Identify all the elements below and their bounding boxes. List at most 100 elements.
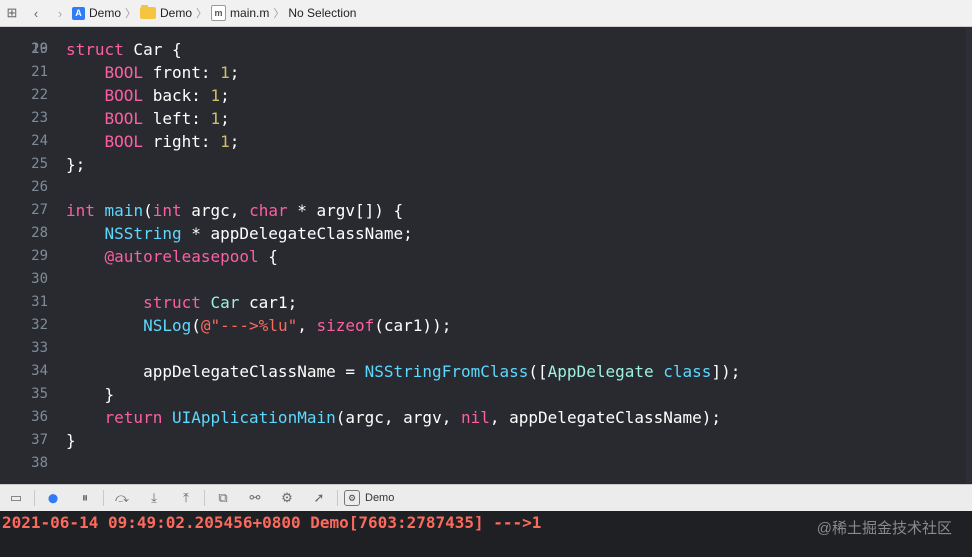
breadcrumb-label: No Selection bbox=[288, 6, 357, 20]
code-token: AppDelegate bbox=[547, 362, 654, 381]
code-line: 25}; bbox=[0, 153, 972, 176]
code-token: char bbox=[249, 201, 288, 220]
location-arrow-icon: ➚ bbox=[313, 490, 325, 505]
code-line: 32 NSLog(@"--->%lu", sizeof(car1)); bbox=[0, 314, 972, 337]
code-token: 1 bbox=[220, 63, 230, 82]
line-number: 29 bbox=[31, 248, 48, 264]
code-text: NSLog(@"--->%lu", sizeof(car1)); bbox=[66, 314, 451, 337]
code-token: @autoreleasepool bbox=[104, 247, 259, 266]
breadcrumb-project[interactable]: A Demo bbox=[72, 0, 121, 26]
code-token: ( bbox=[191, 316, 201, 335]
console-output[interactable]: 2021-06-14 09:49:02.205456+0800 Demo[760… bbox=[0, 511, 972, 557]
code-token: struct bbox=[66, 40, 124, 59]
code-token: right: bbox=[143, 132, 221, 151]
code-token: Car { bbox=[123, 40, 182, 59]
breadcrumb-file[interactable]: m main.m bbox=[211, 0, 269, 26]
code-line: 27 int main(int argc, char * argv[]) { bbox=[0, 199, 972, 222]
code-text: appDelegateClassName = NSStringFromClass… bbox=[66, 360, 740, 383]
code-token: appDelegateClassName = bbox=[66, 362, 365, 381]
code-token: argc, bbox=[181, 201, 250, 220]
code-token: (car1)); bbox=[374, 316, 452, 335]
code-line: 33 bbox=[0, 337, 972, 360]
code-text: } bbox=[66, 429, 76, 452]
code-token: @"--->%lu" bbox=[200, 316, 298, 335]
code-line: 31 struct Car car1; bbox=[0, 291, 972, 314]
line-number: 27 bbox=[31, 202, 48, 218]
code-text: }; bbox=[66, 153, 85, 176]
code-token: class bbox=[663, 362, 712, 381]
code-token: ; bbox=[229, 132, 240, 151]
code-text: BOOL left: 1; bbox=[66, 107, 230, 130]
line-number: 23 bbox=[31, 110, 48, 126]
code-token: main bbox=[104, 201, 144, 220]
code-token: left: bbox=[143, 109, 211, 128]
code-line: 37} bbox=[0, 429, 972, 452]
line-number: 21 bbox=[31, 64, 48, 80]
code-token: }; bbox=[66, 155, 86, 174]
line-number: 31 bbox=[31, 294, 48, 310]
editor-scrollbar[interactable] bbox=[966, 27, 972, 483]
code-token: 1 bbox=[210, 109, 221, 128]
chevron-right-icon[interactable]: › bbox=[48, 0, 72, 26]
toolbar-divider bbox=[204, 490, 205, 506]
code-token: BOOL bbox=[104, 63, 144, 82]
code-token: * appDelegateClassName; bbox=[181, 224, 413, 243]
breakpoints-toggle-button[interactable]: ⬤ bbox=[37, 485, 69, 511]
code-token: ; bbox=[220, 109, 230, 128]
code-token: (argc, argv, bbox=[335, 408, 461, 427]
step-over-button[interactable]: ⤼ bbox=[106, 485, 138, 511]
code-token: } bbox=[66, 385, 115, 404]
code-line: 28 NSString * appDelegateClassName; bbox=[0, 222, 972, 245]
code-token: int bbox=[152, 201, 182, 220]
toolbar-divider bbox=[34, 490, 35, 506]
step-into-icon: ⤓ bbox=[151, 490, 157, 505]
code-line: 34 appDelegateClassName = NSStringFromCl… bbox=[0, 360, 972, 383]
code-token: , bbox=[297, 316, 317, 335]
line-number: 25 bbox=[31, 156, 48, 172]
hide-debug-area-button[interactable]: ▭ bbox=[0, 485, 32, 511]
code-text: int main(int argc, char * argv[]) { bbox=[66, 199, 403, 222]
simulate-location-button[interactable]: ➚ bbox=[303, 485, 335, 511]
step-out-button[interactable]: ⤒ bbox=[170, 485, 202, 511]
project-icon: A bbox=[72, 6, 85, 20]
code-text: BOOL right: 1; bbox=[66, 130, 240, 153]
environment-overrides-button[interactable]: ⚙ bbox=[271, 485, 303, 511]
pause-button[interactable]: ⏸ bbox=[69, 485, 101, 511]
view-debugger-button[interactable]: ⧉ bbox=[207, 485, 239, 511]
code-line: 26 bbox=[0, 176, 972, 199]
line-number: 35 bbox=[31, 386, 48, 402]
app-target-icon: ⚙ bbox=[344, 490, 360, 506]
breadcrumb-symbol[interactable]: No Selection bbox=[288, 0, 356, 26]
line-number: 20 bbox=[31, 41, 48, 57]
line-number: 32 bbox=[31, 317, 48, 333]
code-token: 1 bbox=[210, 86, 221, 105]
view-hierarchy-icon: ⧉ bbox=[218, 490, 228, 505]
step-out-icon: ⤒ bbox=[183, 490, 189, 505]
code-token: sizeof bbox=[316, 316, 375, 335]
code-token: 1 bbox=[220, 132, 230, 151]
code-token: ( bbox=[143, 201, 153, 220]
step-over-icon: ⤼ bbox=[115, 490, 129, 505]
code-line: 23 BOOL left: 1; bbox=[0, 107, 972, 130]
grid-icon[interactable]: ⊞ bbox=[0, 0, 24, 26]
line-number: 28 bbox=[31, 225, 48, 241]
breadcrumb-separator-icon: 〉 bbox=[125, 8, 137, 20]
environment-icon: ⚙ bbox=[281, 490, 293, 505]
debug-target-selector[interactable]: ⚙ Demo bbox=[344, 490, 394, 506]
breadcrumb-folder[interactable]: Demo bbox=[140, 0, 192, 26]
breadcrumb-label: main.m bbox=[230, 6, 270, 20]
code-line: 30 bbox=[0, 268, 972, 291]
target-label: Demo bbox=[365, 492, 395, 504]
memory-graph-button[interactable]: ⚯ bbox=[239, 485, 271, 511]
panel-icon: ▭ bbox=[9, 490, 23, 505]
step-into-button[interactable]: ⤓ bbox=[138, 485, 170, 511]
code-line: 36 return UIApplicationMain(argc, argv, … bbox=[0, 406, 972, 429]
chevron-left-icon[interactable]: ‹ bbox=[24, 0, 48, 26]
code-line: 19 bbox=[0, 27, 972, 57]
code-line: 20 struct Car { bbox=[0, 38, 972, 61]
source-editor[interactable]: 19 20 struct Car {21 BOOL front: 1; 22 BOO… bbox=[0, 27, 972, 483]
code-text: struct Car { bbox=[66, 38, 182, 61]
